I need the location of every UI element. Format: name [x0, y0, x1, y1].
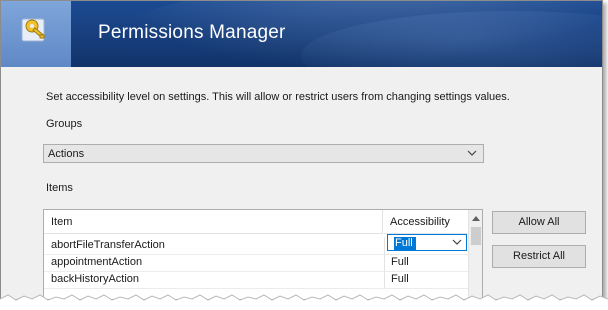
chevron-down-icon — [452, 239, 462, 245]
window-title: Permissions Manager — [98, 22, 286, 43]
column-header-item[interactable]: Item — [44, 210, 383, 234]
header-icon-box — [1, 1, 71, 67]
table-row[interactable]: abortFileTransferAction Full — [44, 234, 469, 255]
scrollbar-thumb[interactable] — [471, 227, 481, 245]
scroll-up-arrow-icon[interactable] — [472, 215, 480, 221]
accessibility-cell[interactable]: Full — [384, 271, 469, 288]
item-name: appointmentAction — [51, 256, 143, 268]
torn-edge-decoration — [0, 294, 608, 310]
allow-all-button[interactable]: Allow All — [492, 211, 586, 234]
accessibility-selected-value: Full — [394, 237, 416, 250]
groups-dropdown[interactable]: Actions — [43, 144, 484, 163]
items-table: Item Accessibility abortFileTransferActi… — [43, 209, 483, 299]
item-name: backHistoryAction — [51, 273, 140, 285]
table-row[interactable]: appointmentAction Full — [44, 254, 468, 272]
accessibility-dropdown[interactable]: Full — [387, 234, 467, 251]
accessibility-cell[interactable]: Full — [384, 254, 469, 271]
groups-label: Groups — [46, 118, 83, 130]
restrict-all-button[interactable]: Restrict All — [492, 245, 586, 268]
accessibility-cell[interactable]: Full — [384, 234, 469, 254]
permissions-manager-dialog: Permissions Manager Set accessibility le… — [0, 0, 603, 300]
accessibility-value: Full — [391, 256, 409, 268]
column-header-accessibility[interactable]: Accessibility — [384, 210, 468, 234]
description-text: Set accessibility level on settings. Thi… — [46, 91, 510, 103]
table-row[interactable]: backHistoryAction Full — [44, 271, 468, 289]
groups-selected-value: Actions — [48, 148, 85, 160]
accessibility-value: Full — [391, 273, 409, 285]
chevron-down-icon — [467, 150, 477, 156]
vertical-scrollbar[interactable] — [468, 210, 482, 299]
items-label: Items — [46, 182, 73, 194]
item-name: abortFileTransferAction — [51, 239, 165, 251]
header-banner: Permissions Manager — [1, 1, 602, 67]
keys-icon — [21, 18, 45, 42]
